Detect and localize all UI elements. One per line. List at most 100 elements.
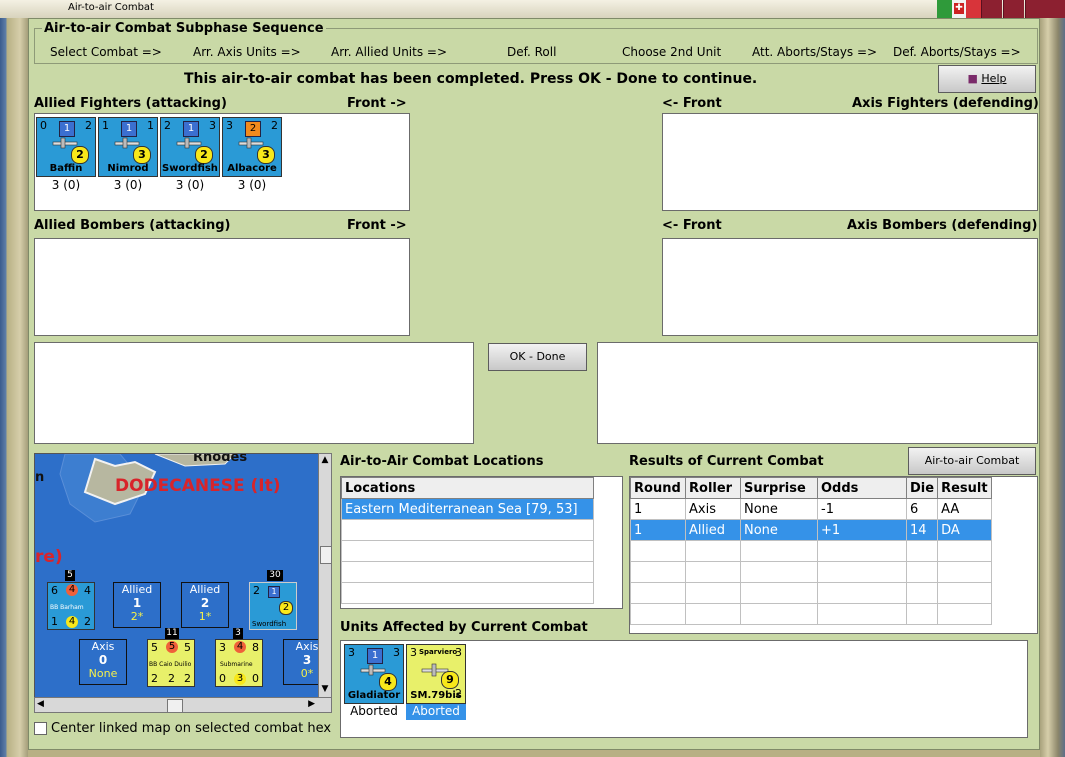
sequence-title: Air-to-air Combat Subphase Sequence (42, 21, 326, 36)
axis-info-box (597, 342, 1038, 444)
minimize-button[interactable] (981, 0, 1002, 18)
axis-fighters-box (662, 113, 1038, 211)
col-surprise: Surprise (740, 477, 818, 499)
location-row[interactable] (341, 561, 594, 583)
front-right-label-2: Front -> (347, 218, 407, 233)
affected-title: Units Affected by Current Combat (340, 620, 588, 635)
map-badge-caio-duilio: 11 (165, 628, 179, 639)
location-row[interactable] (341, 540, 594, 562)
step-att-aborts: Att. Aborts/Stays => (752, 45, 878, 59)
map-horizontal-scrollbar[interactable]: ◀ ▶ (34, 697, 332, 713)
result-row[interactable]: 1 Allied None +1 14 DA (630, 519, 993, 541)
window-border-right (1040, 18, 1065, 757)
fighter-counter-baffin[interactable]: 0 1 2 2 Baffin (36, 117, 96, 177)
locations-table: Locations Eastern Mediterranean Sea [79,… (341, 477, 594, 604)
scroll-right-icon[interactable]: ▶ (308, 699, 315, 709)
affected-status-gladiator: Aborted (344, 704, 404, 720)
affected-status-sm79bis: Aborted (406, 704, 466, 720)
location-row[interactable] (341, 582, 594, 604)
status-message: This air-to-air combat has been complete… (184, 71, 758, 87)
front-right-label: Front -> (347, 96, 407, 111)
map-unit-swordfish[interactable]: 2 1 2 Swordfish (249, 582, 297, 630)
scroll-h-thumb[interactable] (167, 699, 183, 713)
fighter-value-nimrod: 3 (0) (113, 178, 143, 192)
map-badge-submarine: 3 (233, 628, 243, 639)
location-row[interactable] (341, 519, 594, 541)
map-stack-allied-2[interactable]: Allied 2 1* (181, 582, 229, 628)
allied-fighters-label: Allied Fighters (attacking) (34, 96, 227, 111)
ok-done-button[interactable]: OK - Done (488, 343, 587, 371)
results-title: Results of Current Combat (629, 454, 824, 469)
col-round: Round (630, 477, 686, 499)
map-unit-caio-duilio[interactable]: 5 5 5 BB Caio Duilio 2 2 2 (147, 639, 195, 687)
fighter-counter-swordfish[interactable]: 2 1 3 2 Swordfish (160, 117, 220, 177)
col-odds: Odds (817, 477, 907, 499)
front-left-label: <- Front (662, 96, 722, 111)
map-town-rhodes: Rhodes (193, 453, 248, 465)
scroll-down-icon[interactable]: ▼ (320, 684, 330, 696)
front-left-label-2: <- Front (662, 218, 722, 233)
step-select-combat: Select Combat => (50, 45, 162, 59)
center-map-label: Center linked map on selected combat hex (51, 721, 332, 736)
result-row[interactable] (630, 582, 993, 604)
map-badge-barham: 5 (65, 570, 75, 581)
map-vertical-scrollbar[interactable]: ▲ ▼ (318, 453, 332, 698)
map-unit-barham[interactable]: 6 4 4 BB Barham 1 4 2 (47, 582, 95, 630)
fighter-value-albacore: 3 (0) (237, 178, 267, 192)
axis-fighters-label: Axis Fighters (defending) (852, 96, 1039, 111)
step-choose-2nd: Choose 2nd Unit (622, 45, 722, 59)
fighter-counter-albacore[interactable]: 3 2 2 3 Albacore (222, 117, 282, 177)
map-partial-n: n (35, 470, 45, 485)
linked-map[interactable]: Rhodes DODECANESE (It) n re) 6 4 4 BB Ba… (34, 453, 320, 700)
step-def-aborts: Def. Aborts/Stays => (893, 45, 1021, 59)
map-unit-submarine[interactable]: 3 4 8 Submarine 0 3 0 (215, 639, 263, 687)
scroll-up-icon[interactable]: ▲ (320, 455, 330, 467)
map-badge-swordfish: 30 (267, 570, 283, 581)
map-stack-axis-0[interactable]: Axis 0 None (79, 639, 127, 685)
map-region-label: DODECANESE (It) (115, 476, 281, 496)
result-row[interactable] (630, 603, 993, 625)
step-arrange-allied: Arr. Allied Units => (331, 45, 448, 59)
result-row[interactable]: 1 Axis None -1 6 AA (630, 498, 993, 520)
combat-chart-button[interactable]: Air-to-air Combat Chart (908, 447, 1036, 493)
locations-title: Air-to-Air Combat Locations (340, 454, 544, 469)
map-stack-axis-3[interactable]: Axis 3 0* (283, 639, 319, 685)
help-button[interactable]: ■ Help (938, 65, 1036, 93)
results-table: Round Roller Surprise Odds Die Result 1A… (630, 477, 993, 625)
allied-bombers-box (34, 238, 410, 336)
help-label: Help (981, 72, 1007, 85)
result-row[interactable] (630, 540, 993, 562)
allied-info-box (34, 342, 474, 444)
maximize-button[interactable] (1003, 0, 1024, 18)
scroll-left-icon[interactable]: ◀ (37, 699, 44, 709)
fighter-counter-nimrod[interactable]: 1 1 1 3 Nimrod (98, 117, 158, 177)
window-title: Air-to-air Combat (68, 2, 154, 13)
fighter-value-swordfish: 3 (0) (175, 178, 205, 192)
col-roller: Roller (685, 477, 741, 499)
affected-counter-sm79bis[interactable]: 3 Sparviero 3 9 2 SM.79bis (406, 644, 466, 704)
locations-list: Locations Eastern Mediterranean Sea [79,… (340, 476, 623, 609)
map-stack-allied-1[interactable]: Allied 1 2* (113, 582, 161, 628)
window-border-left (0, 18, 28, 757)
close-button[interactable] (1025, 0, 1065, 18)
locations-header: Locations (341, 477, 594, 499)
help-book-icon: ■ (967, 72, 978, 85)
allied-bombers-label: Allied Bombers (attacking) (34, 218, 231, 233)
map-partial-label: re) (35, 547, 63, 567)
fighter-value-baffin: 3 (0) (51, 178, 81, 192)
results-panel: Round Roller Surprise Odds Die Result 1A… (629, 476, 1038, 634)
step-def-roll: Def. Roll (507, 45, 557, 59)
location-row[interactable]: Eastern Mediterranean Sea [79, 53] (341, 498, 594, 520)
italy-flag-icon: ✚ (937, 0, 981, 18)
window-titlebar: Air-to-air Combat ✚ (0, 0, 1065, 19)
affected-counter-gladiator[interactable]: 3 1 3 4 Gladiator (344, 644, 404, 704)
col-result: Result (937, 477, 993, 499)
result-row[interactable] (630, 561, 993, 583)
window-border-bottom (28, 750, 1040, 757)
step-arrange-axis: Arr. Axis Units => (193, 45, 301, 59)
axis-bombers-box (662, 238, 1038, 336)
scroll-thumb[interactable] (320, 546, 332, 564)
center-map-checkbox[interactable] (34, 722, 47, 735)
col-die: Die (905, 477, 939, 499)
axis-bombers-label: Axis Bombers (defending) (847, 218, 1038, 233)
